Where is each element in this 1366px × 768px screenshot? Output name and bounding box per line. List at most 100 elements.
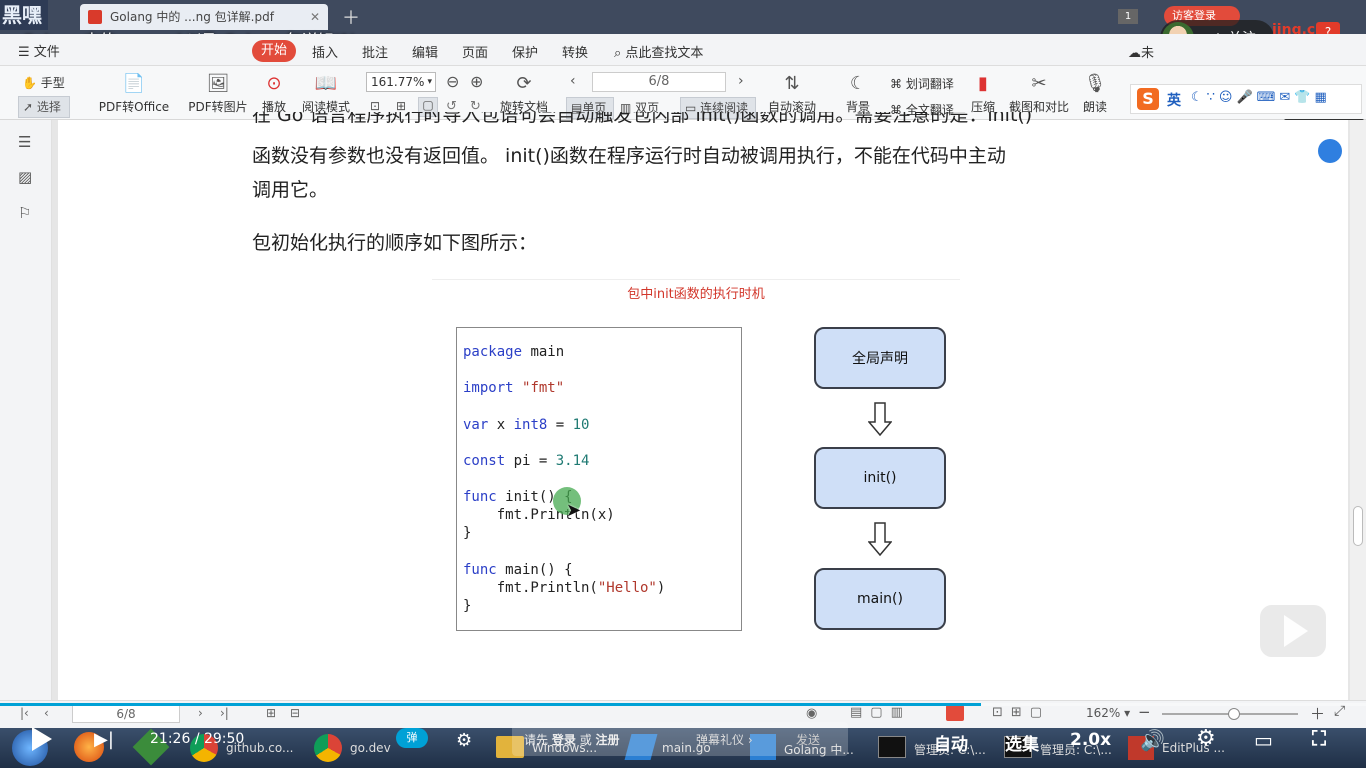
zoom-slider-thumb[interactable] (1228, 708, 1240, 720)
tab-count-badge[interactable]: 1 (1118, 9, 1138, 24)
thumbnails-icon[interactable]: ▨ (18, 168, 32, 186)
next-page-icon[interactable]: › (738, 73, 744, 89)
ime-lang[interactable]: 英 (1167, 90, 1181, 110)
extract-page-icon[interactable]: ⊟ (290, 706, 300, 720)
select-tool-button[interactable]: ➚ 选择 (18, 96, 70, 118)
ime-toolbar: S 英 ☾∵☺🎤⌨✉👕▦ (1130, 84, 1362, 114)
page-number-input[interactable]: 6/8 (592, 72, 726, 92)
moon-icon: ☾ (849, 73, 867, 94)
scrollbar-thumb[interactable] (1353, 506, 1363, 546)
prev-page-icon[interactable]: ‹ (570, 73, 576, 89)
read-aloud-label: 朗读 (1082, 100, 1107, 114)
code-line: fmt.Println("Hello") (463, 580, 666, 596)
code-number: 10 (572, 417, 590, 433)
add-page-icon[interactable]: ⊞ (266, 706, 276, 720)
file-menu[interactable]: ☰ 文件 (18, 41, 60, 60)
menu-item-page[interactable]: 页面 (462, 42, 488, 61)
danmaku-toggle[interactable]: 弹 (396, 728, 428, 748)
menu-item-insert[interactable]: 插入 (312, 42, 338, 61)
taskbar-item-cmd1[interactable]: 管理员: C:\... (878, 728, 986, 768)
menu-item-edit[interactable]: 编辑 (412, 42, 438, 61)
play-circle-icon: ⊙ (266, 73, 282, 94)
rotate-document-button[interactable]: ⟳ 旋转文档 (498, 72, 550, 115)
status-zoom-select[interactable]: 162% ▾ (1086, 706, 1130, 720)
menu-item-start[interactable]: 开始 (252, 40, 296, 62)
danmaku-login-link[interactable]: 登录 (552, 733, 576, 747)
zoom-in-icon[interactable]: ⊕ (470, 72, 483, 91)
cursor-icon: ➚ (23, 100, 34, 114)
status-page-input[interactable]: 6/8 (72, 705, 180, 723)
zoom-plus-icon[interactable]: ＋ (1310, 703, 1325, 724)
code-text: x (488, 417, 514, 433)
play-slides-icon[interactable] (946, 705, 964, 721)
video-progress-track[interactable] (0, 703, 1366, 706)
app-logo: 黑嘿 (0, 0, 48, 30)
danmaku-settings-icon[interactable]: ⚙ (456, 730, 472, 751)
find-text-search[interactable]: ⌕ 点此查找文本 (614, 42, 703, 61)
translate-icon: ⌘ (890, 77, 902, 91)
menu-item-protect[interactable]: 保护 (512, 42, 538, 61)
sogou-logo-icon[interactable]: S (1137, 88, 1159, 110)
compress-button[interactable]: ▮ 压缩 (968, 72, 998, 115)
code-text: fmt.Println( (463, 580, 598, 596)
floating-tool-icon[interactable] (1318, 139, 1342, 163)
prev-page-icon[interactable]: ‹ (44, 706, 49, 720)
background-button[interactable]: ☾ 背景 (840, 72, 876, 115)
menu-item-convert[interactable]: 转换 (562, 42, 588, 61)
word-translate-button[interactable]: ⌘ 划词翻译 (890, 75, 954, 92)
fullscreen-video-icon[interactable]: ⛶ (1312, 726, 1326, 750)
play-button[interactable]: ⊙ 播放 (258, 72, 290, 115)
bilibili-logo-icon (1260, 605, 1326, 657)
cloud-sync-status[interactable]: ☁未 (1128, 42, 1154, 61)
next-page-icon[interactable]: › (198, 706, 203, 720)
danmaku-send-button[interactable]: 发送 (796, 731, 820, 748)
auto-quality-button[interactable]: 自动 (934, 730, 968, 755)
time-current: 21:26 (150, 731, 191, 747)
auto-scroll-button[interactable]: ⇅ 自动滚动 (762, 72, 822, 115)
figure-top-rule (432, 279, 960, 280)
flow-box-init: init() (814, 447, 946, 509)
code-text: main (522, 344, 565, 360)
status-zoom-value: 162% (1086, 706, 1121, 720)
zoom-select[interactable]: 161.77% ▾ (366, 72, 436, 92)
ime-tools-icons[interactable]: ☾∵☺🎤⌨✉👕▦ (1191, 90, 1331, 105)
eye-icon[interactable]: ◉ (806, 706, 817, 721)
read-aloud-button[interactable]: 🎙 朗读 (1080, 72, 1110, 115)
outline-icon[interactable]: ☰ (18, 133, 31, 151)
next-episode-icon[interactable]: ▶| (94, 729, 114, 750)
settings-gear-icon[interactable]: ⚙ (1196, 726, 1216, 751)
danmaku-register-link[interactable]: 注册 (596, 733, 620, 747)
read-mode-button[interactable]: 📖 阅读模式 (300, 72, 352, 115)
fit-width-icon[interactable]: ⊡ (370, 99, 380, 113)
last-page-icon[interactable]: ›| (220, 706, 229, 720)
volume-icon[interactable]: 🔊 (1140, 728, 1165, 752)
bookmark-icon[interactable]: ⚐ (18, 204, 31, 222)
chrome-icon (314, 734, 342, 762)
vertical-scrollbar[interactable] (1350, 120, 1366, 700)
zoom-out-icon[interactable]: ⊖ (446, 72, 459, 91)
fit-mode-icons[interactable]: ⊡⊞▢ (992, 705, 1050, 720)
episodes-button[interactable]: 选集 (1005, 730, 1039, 755)
screenshot-compare-button[interactable]: ✂ 截图和对比 (1008, 72, 1070, 115)
pip-icon[interactable]: ▭ (1254, 728, 1273, 752)
code-text: ) (656, 580, 666, 596)
view-mode-icons[interactable]: ▤▢▥ (850, 705, 911, 720)
danmaku-gift-link[interactable]: 弹幕礼仪 › (696, 731, 753, 748)
body-text-line: 函数没有参数也没有返回值。 init()函数在程序运行时自动被调用执行，不能在代… (252, 145, 1006, 167)
danmaku-hint-or: 或 (579, 733, 592, 747)
zoom-slider[interactable] (1162, 708, 1298, 720)
pdf-to-image-button[interactable]: 🖼 PDF转图片 (188, 72, 248, 115)
chevron-down-icon: ▾ (427, 77, 432, 87)
code-line: func main() { (463, 562, 573, 578)
time-total: 29:50 (203, 731, 245, 747)
first-page-icon[interactable]: |‹ (20, 706, 29, 720)
danmaku-input[interactable]: 请先 登录 或 注册 弹幕礼仪 › 发送 (512, 722, 848, 756)
auto-scroll-icon: ⇅ (784, 73, 800, 94)
code-keyword: func (463, 562, 497, 578)
pdf-to-office-button[interactable]: 📄 PDF转Office (94, 72, 174, 115)
menu-item-annotate[interactable]: 批注 (362, 42, 388, 61)
video-play-button[interactable] (32, 727, 52, 751)
playback-speed-button[interactable]: 2.0x (1070, 730, 1111, 750)
hand-tool-button[interactable]: ✋ 手型 (22, 74, 65, 91)
actual-size-icon[interactable]: ⊞ (396, 99, 406, 113)
